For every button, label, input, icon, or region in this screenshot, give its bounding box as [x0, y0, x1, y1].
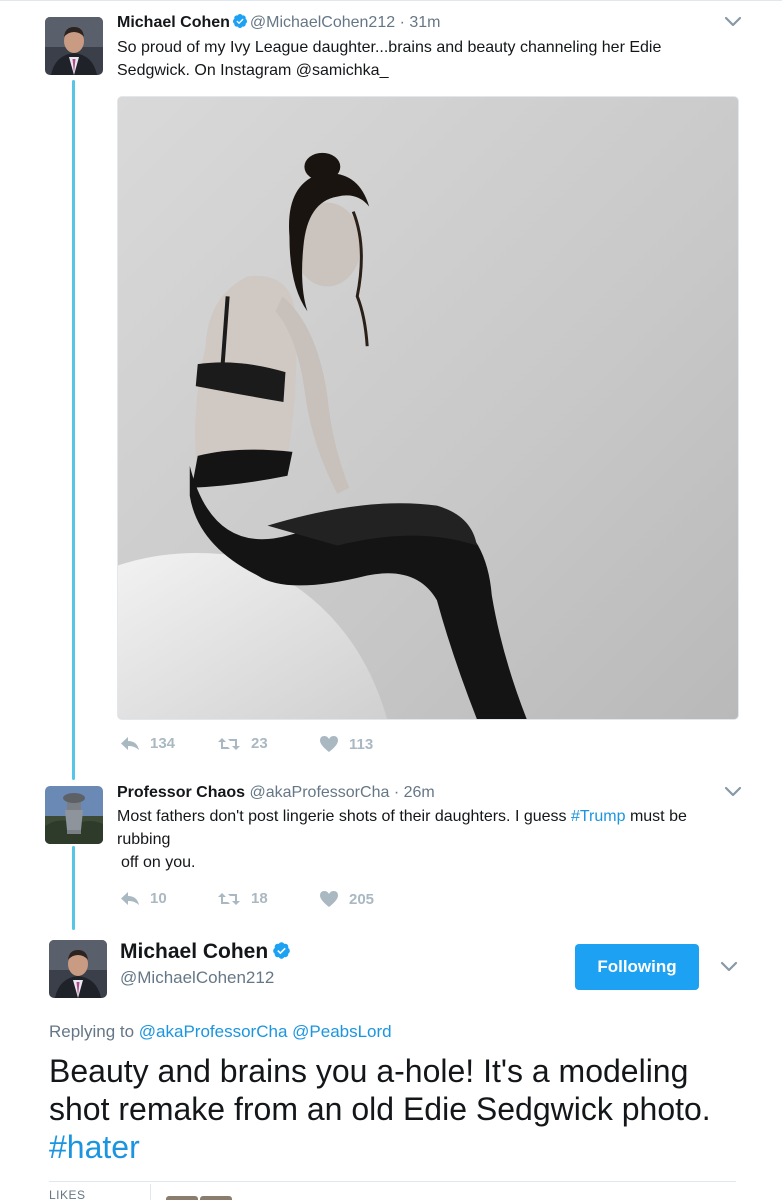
- reply-count: 10: [150, 890, 167, 907]
- like-action[interactable]: 205: [319, 890, 374, 908]
- stats-divider: [49, 1181, 736, 1182]
- avatar[interactable]: [49, 940, 107, 998]
- retweet-count: 18: [251, 890, 268, 907]
- timestamp[interactable]: 26m: [404, 784, 435, 801]
- tweet-text: Beauty and brains you a-hole! It's a mod…: [49, 1052, 749, 1166]
- thread-connector-line: [72, 80, 75, 780]
- mention-link[interactable]: @akaProfessorCha: [139, 1022, 288, 1041]
- heart-icon: [320, 891, 338, 907]
- display-name[interactable]: Michael Cohen: [117, 14, 230, 31]
- retweet-icon: [218, 737, 240, 750]
- chevron-down-icon[interactable]: [724, 16, 742, 28]
- tweet-text-line: off on you.: [121, 854, 196, 871]
- thread-connector-line: [72, 846, 75, 930]
- user-handle[interactable]: @akaProfessorCha: [250, 784, 390, 801]
- avatar[interactable]: [45, 17, 103, 75]
- tweet-thread-page: Michael Cohen @MichaelCohen212 · 31m So p…: [0, 0, 782, 1200]
- retweet-action[interactable]: 18: [217, 890, 268, 907]
- tweet-text: So proud of my Ivy League daughter...bra…: [117, 39, 662, 79]
- tweet-header: Michael Cohen @MichaelCohen212 · 31m: [117, 13, 440, 33]
- liker-avatar[interactable]: [200, 1196, 232, 1200]
- verified-badge-icon: [273, 942, 291, 959]
- heart-icon: [320, 736, 338, 752]
- user-handle[interactable]: @MichaelCohen212: [250, 14, 395, 31]
- likes-label[interactable]: LIKES: [49, 1188, 86, 1200]
- hashtag-link[interactable]: #Trump: [571, 808, 626, 825]
- tweet-text-body: Beauty and brains you a-hole! It's a mod…: [49, 1053, 711, 1127]
- display-name-text[interactable]: Michael Cohen: [120, 940, 268, 963]
- stats-separator: [150, 1184, 151, 1200]
- tweet-text-line: rubbing: [117, 831, 171, 848]
- timestamp[interactable]: 31m: [409, 14, 440, 31]
- display-name[interactable]: Michael Cohen: [120, 940, 293, 964]
- tweet-text-part: Most fathers don't post lingerie shots o…: [117, 808, 571, 825]
- retweet-count: 23: [251, 735, 268, 752]
- like-count: 113: [349, 735, 374, 753]
- replying-to: Replying to @akaProfessorCha @PeabsLord: [49, 1022, 392, 1042]
- mention-link[interactable]: @PeabsLord: [292, 1022, 392, 1041]
- tweet-text-part: must be: [625, 808, 687, 825]
- display-name[interactable]: Professor Chaos: [117, 784, 245, 801]
- reply-action[interactable]: 134: [120, 735, 175, 752]
- like-action[interactable]: 113: [319, 735, 373, 753]
- verified-badge-icon: [232, 14, 247, 28]
- retweet-action[interactable]: 23: [217, 735, 268, 752]
- like-count: 205: [349, 890, 375, 908]
- reply-count: 134: [150, 735, 176, 752]
- retweet-icon: [218, 892, 240, 905]
- liker-avatar[interactable]: [166, 1196, 198, 1200]
- avatar[interactable]: [45, 786, 103, 844]
- top-divider: [0, 0, 782, 1]
- replying-prefix: Replying to: [49, 1022, 135, 1041]
- tweet-photo[interactable]: [117, 96, 739, 720]
- chevron-down-icon[interactable]: [724, 786, 742, 798]
- reply-icon: [121, 891, 139, 905]
- reply-action[interactable]: 10: [120, 890, 167, 907]
- following-button[interactable]: Following: [575, 944, 699, 990]
- reply-icon: [121, 736, 139, 750]
- tweet-header: Professor Chaos @akaProfessorCha · 26m: [117, 783, 435, 803]
- user-handle[interactable]: @MichaelCohen212: [120, 968, 274, 988]
- hashtag-link[interactable]: #hater: [49, 1128, 749, 1166]
- chevron-down-icon[interactable]: [720, 961, 738, 973]
- tweet-text: Most fathers don't post lingerie shots o…: [117, 805, 757, 874]
